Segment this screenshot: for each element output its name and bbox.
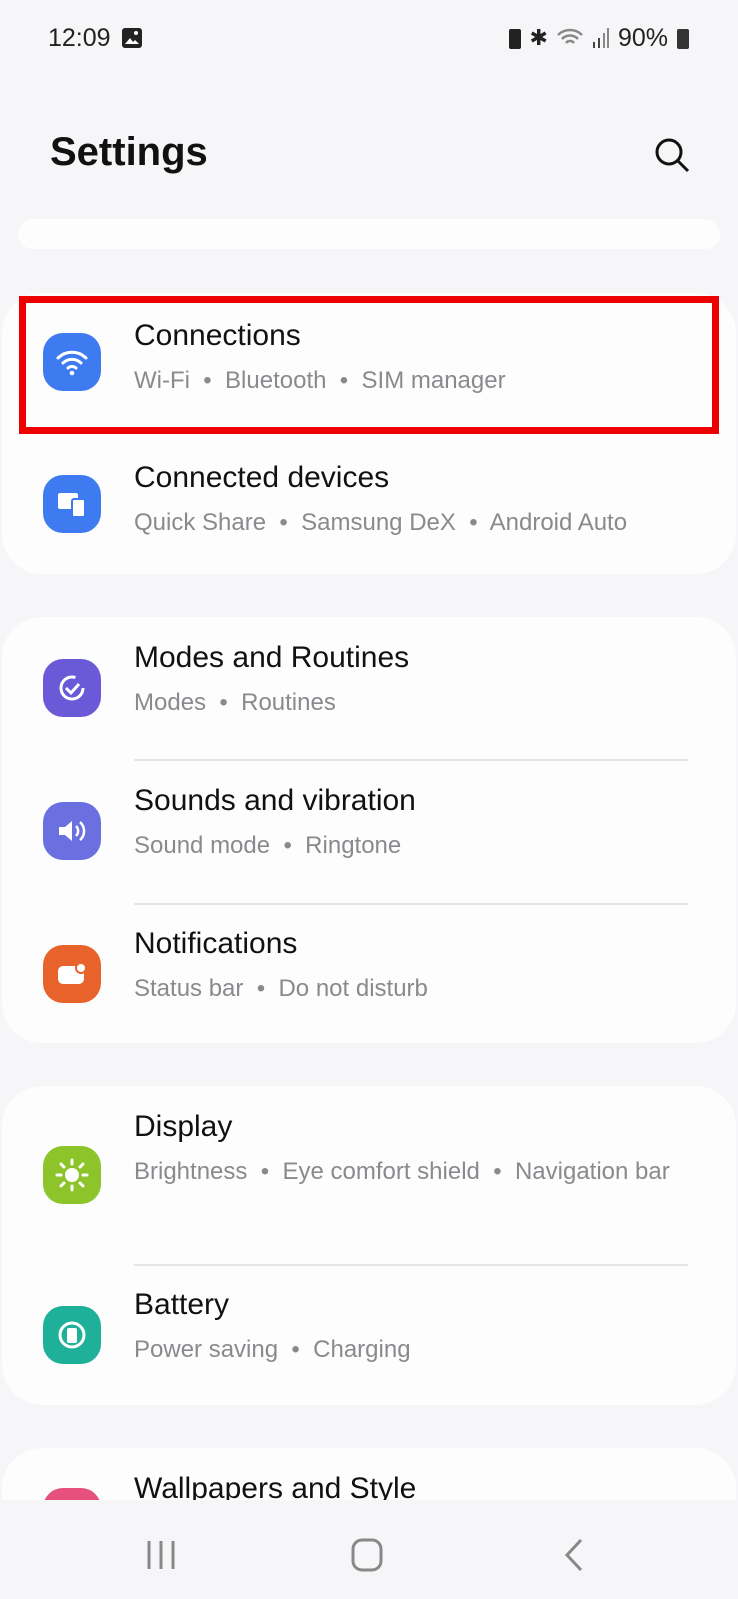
page-title: Settings xyxy=(50,130,208,174)
sun-icon xyxy=(43,1146,101,1204)
setting-subtitle: Quick Share • Samsung DeX • Android Auto xyxy=(134,509,628,536)
battery-icon xyxy=(677,29,689,49)
setting-title: Battery xyxy=(134,1288,230,1321)
search-icon[interactable] xyxy=(652,135,692,175)
setting-title: Notifications xyxy=(134,927,298,960)
setting-subtitle: Power saving • Charging xyxy=(134,1336,411,1363)
setting-wallpapers-and-style[interactable]: Wallpapers and Style xyxy=(2,1448,736,1500)
setting-battery[interactable]: Battery Power saving • Charging xyxy=(2,1264,736,1405)
setting-subtitle: Status bar • Do not disturb xyxy=(134,975,428,1002)
search-card-partial xyxy=(18,219,720,249)
settings-group-2: Modes and Routines Modes • Routines Soun… xyxy=(2,617,736,1043)
wifi-icon xyxy=(557,28,583,44)
setting-connected-devices[interactable]: Connected devices Quick Share • Samsung … xyxy=(2,433,736,574)
home-icon[interactable] xyxy=(350,1538,384,1572)
settings-group-4: Wallpapers and Style xyxy=(2,1448,736,1500)
setting-notifications[interactable]: Notifications Status bar • Do not distur… xyxy=(2,903,736,1043)
settings-group-3: Display Brightness • Eye comfort shield … xyxy=(2,1086,736,1405)
navigation-bar xyxy=(0,1530,738,1580)
devices-icon xyxy=(43,475,101,533)
setting-title: Wallpapers and Style xyxy=(134,1472,417,1500)
setting-subtitle: Brightness • Eye comfort shield • Naviga… xyxy=(134,1158,670,1185)
setting-display[interactable]: Display Brightness • Eye comfort shield … xyxy=(2,1086,736,1264)
setting-title: Modes and Routines xyxy=(134,641,410,674)
setting-subtitle: Sound mode • Ringtone xyxy=(134,832,402,859)
battery-icon xyxy=(43,1306,101,1364)
battery-level: 90% xyxy=(617,23,668,52)
setting-title: Sounds and vibration xyxy=(134,784,416,817)
speaker-icon xyxy=(43,802,101,860)
notification-icon xyxy=(43,945,101,1003)
back-icon[interactable] xyxy=(562,1538,586,1572)
signal-icon xyxy=(592,28,609,48)
bluetooth-icon: ✱ xyxy=(529,25,548,50)
wallpaper-icon xyxy=(43,1488,101,1500)
setting-title: Display xyxy=(134,1110,233,1143)
setting-modes-and-routines[interactable]: Modes and Routines Modes • Routines xyxy=(2,617,736,760)
setting-title: Connected devices xyxy=(134,461,390,494)
setting-sounds-and-vibration[interactable]: Sounds and vibration Sound mode • Ringto… xyxy=(2,760,736,903)
status-bar: 12:09 ✱ 90% xyxy=(48,22,690,54)
gallery-icon xyxy=(121,28,142,48)
routines-icon xyxy=(43,659,101,717)
battery-saver-icon xyxy=(508,29,521,49)
highlight-box xyxy=(19,296,719,434)
setting-subtitle: Modes • Routines xyxy=(134,689,336,716)
recent-apps-icon[interactable] xyxy=(144,1538,178,1572)
clock: 12:09 xyxy=(48,23,111,52)
